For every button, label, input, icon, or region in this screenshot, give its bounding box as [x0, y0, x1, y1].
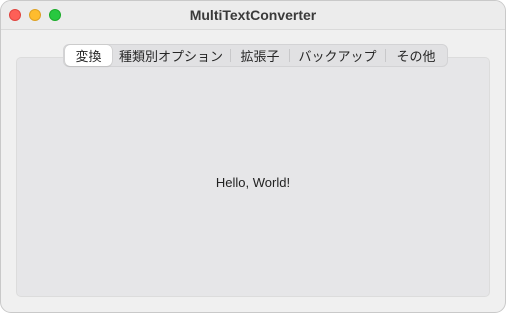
tab-label: 変換: [75, 49, 102, 64]
tab-type-options[interactable]: 種類別オプション: [112, 45, 230, 66]
hello-message: Hello, World!: [215, 175, 291, 190]
window-title: MultiTextConverter: [189, 7, 317, 23]
tab-label: 種類別オプション: [118, 49, 223, 64]
tab-label: 拡張子: [240, 49, 280, 64]
tab-backup[interactable]: バックアップ: [290, 45, 385, 66]
tab-bar: 変換 種類別オプション 拡張子 バックアップ その他: [63, 44, 448, 67]
tab-extensions[interactable]: 拡張子: [231, 45, 289, 66]
tab-label: その他: [396, 49, 436, 64]
tab-label: バックアップ: [298, 49, 377, 64]
tab-other[interactable]: その他: [386, 45, 446, 66]
title-bar[interactable]: MultiTextConverter: [1, 1, 505, 30]
app-window: MultiTextConverter 変換 種類別オプション 拡張子 バックアッ…: [0, 0, 506, 313]
tab-convert[interactable]: 変換: [65, 45, 112, 66]
